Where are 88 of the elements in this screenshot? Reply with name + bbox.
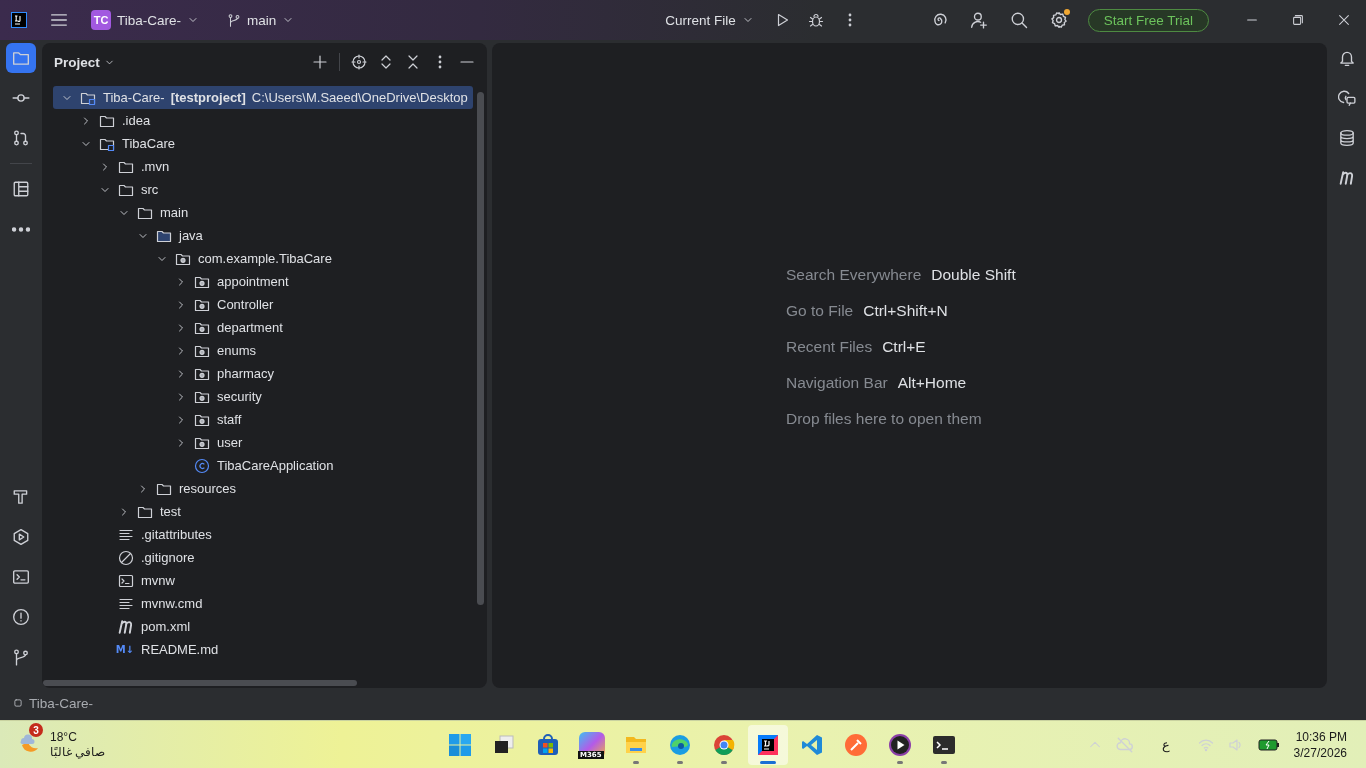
pull-request-icon	[11, 129, 30, 147]
tree-item-label: mvnw.cmd	[141, 596, 203, 611]
tree-item-label: .gitattributes	[141, 527, 212, 542]
run-config-dropdown[interactable]: Current File	[665, 12, 754, 28]
structure-icon	[11, 180, 30, 198]
add-icon[interactable]	[312, 54, 328, 70]
database-icon	[1338, 129, 1356, 147]
tree-item-label: src	[141, 182, 159, 197]
tree-item-label: appointment	[217, 274, 289, 289]
bug-icon[interactable]	[807, 12, 824, 28]
shortcut-text: Double Shift	[931, 266, 1016, 284]
locate-icon[interactable]	[351, 54, 367, 70]
chrome-icon	[712, 732, 736, 757]
tree-item-label: README.md	[141, 642, 219, 657]
store-icon	[536, 732, 560, 757]
shortcut-text: Alt+Home	[897, 374, 967, 392]
project-root-label: Tiba-Care- [testproject] C:\Users\M.Saeed\OneDrive\Desktop	[103, 90, 468, 105]
tree-item-label: .mvn	[141, 159, 170, 174]
module-icon	[13, 698, 23, 708]
edge-icon	[668, 732, 692, 757]
tree-item-label: staff	[217, 412, 242, 427]
close-icon	[1337, 13, 1351, 27]
warning-icon	[11, 608, 30, 626]
more-icon	[11, 226, 30, 232]
start-button	[448, 732, 472, 757]
terminal-file-icon	[118, 572, 134, 589]
search-icon[interactable]	[1009, 11, 1028, 29]
bell-icon	[1338, 49, 1356, 67]
tree-item-label: TibaCareApplication	[217, 458, 334, 473]
tree-item-label: resources	[179, 481, 237, 496]
tree-item-label: com.example.TibaCare	[198, 251, 332, 266]
project-view-dropdown[interactable]: Project	[54, 54, 115, 70]
tree-item-label: TibaCare	[122, 136, 175, 151]
hint-action: Recent Files	[786, 338, 873, 356]
class-icon	[194, 457, 210, 474]
shortcut-text: Ctrl+Shift+N	[863, 302, 948, 320]
tree-item-label: .idea	[122, 113, 151, 128]
notification-badge: 3	[29, 723, 43, 737]
battery-icon[interactable]	[1257, 737, 1280, 752]
menu-icon[interactable]	[50, 11, 68, 29]
markdown-icon: M↓	[98, 644, 134, 655]
language-indicator[interactable]: ع	[1161, 737, 1170, 752]
settings-icon[interactable]	[1049, 11, 1068, 29]
tree-item-label: .gitignore	[141, 550, 195, 565]
chat-icon	[1338, 89, 1356, 107]
play-icon	[888, 732, 912, 757]
terminal-icon	[11, 568, 30, 586]
branch-icon	[227, 13, 241, 27]
ide-icon	[756, 732, 780, 757]
hammer-icon	[11, 488, 30, 506]
horizontal-scrollbar[interactable]	[43, 680, 357, 686]
temperature: 18°C	[50, 730, 78, 744]
weather-condition: صافي غالبًا	[50, 745, 106, 759]
project-switcher[interactable]: TC Tiba-Care-	[91, 10, 199, 30]
tree-item-label: java	[179, 228, 203, 243]
maven-icon	[1339, 171, 1355, 185]
breadcrumb[interactable]: Tiba-Care-	[29, 695, 93, 711]
tree-item-label: pom.xml	[141, 619, 191, 634]
tree-item-label: department	[217, 320, 283, 335]
tree-item-label: pharmacy	[217, 366, 275, 381]
selected-row-highlight[interactable]: Tiba-Care- [testproject] C:\Users\M.Saeed\OneDrive\Desktop	[53, 86, 473, 109]
hint-action: Search Everywhere	[786, 266, 922, 284]
tree-item-label: enums	[217, 343, 257, 358]
shortcut-text: Ctrl+E	[882, 338, 926, 356]
play-hexagon-icon	[11, 528, 30, 546]
folder-icon	[11, 49, 30, 67]
branch-icon	[11, 648, 30, 666]
tree-item-label: test	[160, 504, 181, 519]
tree-item-label: security	[217, 389, 262, 404]
branch-switcher[interactable]: main	[227, 12, 295, 28]
restore-icon	[1291, 13, 1305, 27]
tree-item-label: mvnw	[141, 573, 175, 588]
hint-action: Navigation Bar	[786, 374, 888, 392]
code-editor-icon	[800, 732, 824, 757]
add-user-icon[interactable]	[969, 11, 988, 29]
maven-icon	[118, 619, 134, 634]
ignore-file-icon	[118, 549, 134, 566]
vertical-scrollbar[interactable]	[477, 92, 484, 605]
clock-date[interactable]: 3/27/2026	[1293, 745, 1347, 760]
hint-action: Go to File	[786, 302, 854, 320]
tree-item-label: user	[217, 435, 243, 450]
clock-time[interactable]: 10:36 PM	[1295, 729, 1347, 744]
tree-item-label: main	[160, 205, 189, 220]
start-free-trial-button[interactable]: Start Free Trial	[1087, 8, 1209, 32]
tool-window-button[interactable]	[5, 43, 36, 73]
tree-item-label: Controller	[217, 297, 274, 312]
app-logo-icon[interactable]	[11, 12, 27, 28]
drop-hint: Drop files here to open them	[786, 410, 982, 428]
